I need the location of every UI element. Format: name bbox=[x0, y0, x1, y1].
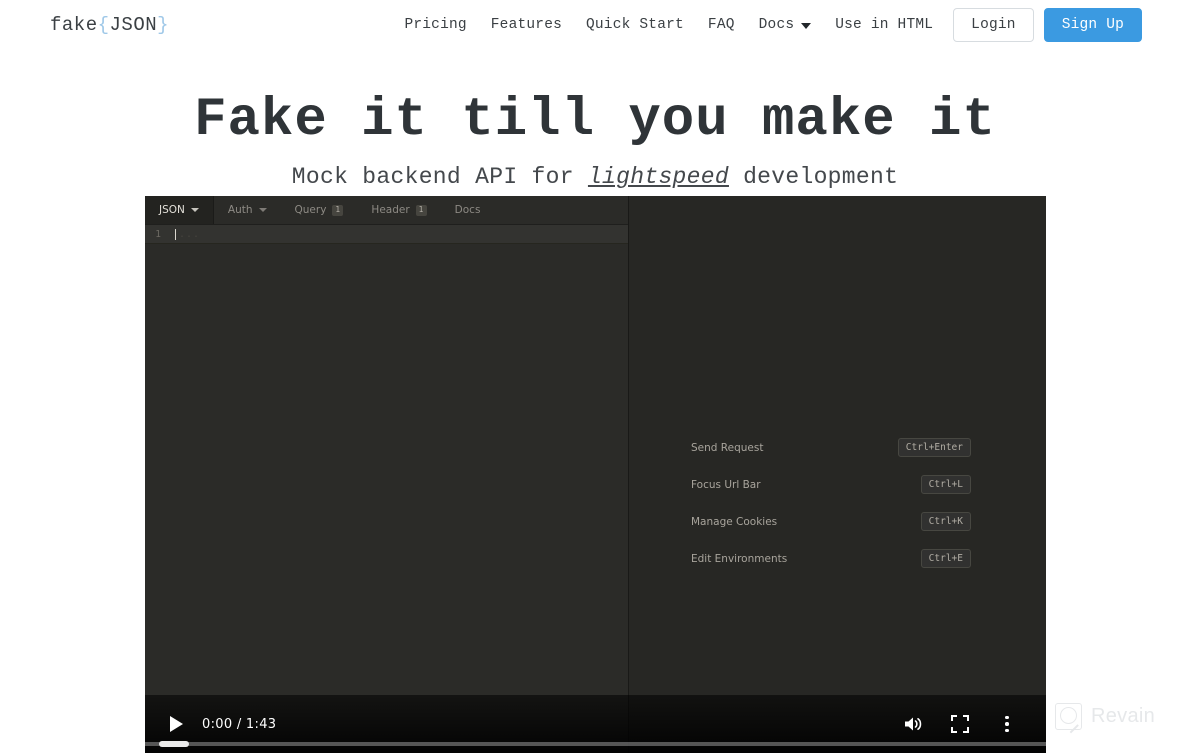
chevron-down-icon bbox=[801, 23, 812, 29]
tab-docs-label: Docs bbox=[454, 204, 481, 216]
editor-placeholder: ... bbox=[179, 228, 201, 240]
shortcut-label-manage-cookies: Manage Cookies bbox=[691, 515, 778, 528]
line-number: 1 bbox=[155, 228, 161, 240]
shortcut-key-focus-url-bar: Ctrl+L bbox=[920, 475, 971, 494]
nav-item-pricing[interactable]: Pricing bbox=[392, 11, 478, 39]
tab-query-label: Query bbox=[294, 204, 327, 216]
demo-video-player[interactable]: JSON Auth Query 1 Header 1 Docs 1 ... Se… bbox=[145, 196, 1046, 753]
page-title: Fake it till you make it bbox=[194, 90, 996, 151]
site-header: fake{JSON} Pricing Features Quick Start … bbox=[0, 0, 1190, 50]
shortcut-key-manage-cookies: Ctrl+K bbox=[920, 512, 971, 531]
page-subtitle: Mock backend API for lightspeed developm… bbox=[0, 164, 1190, 190]
tab-auth[interactable]: Auth bbox=[214, 196, 281, 224]
nav-item-docs-label: Docs bbox=[758, 17, 795, 33]
request-editor-pane: JSON Auth Query 1 Header 1 Docs 1 ... bbox=[145, 196, 629, 753]
tab-header[interactable]: Header 1 bbox=[357, 196, 440, 224]
logo-json: JSON bbox=[109, 14, 158, 36]
code-editor-line[interactable]: 1 ... bbox=[145, 225, 628, 244]
volume-button[interactable] bbox=[896, 707, 930, 741]
signup-button[interactable]: Sign Up bbox=[1043, 8, 1142, 42]
tab-header-label: Header bbox=[371, 204, 410, 216]
shortcut-hint-list: Send Request Ctrl+Enter Focus Url Bar Ct… bbox=[691, 429, 971, 577]
shortcut-key-edit-environments: Ctrl+E bbox=[920, 549, 971, 568]
text-cursor bbox=[175, 228, 176, 240]
video-controls-right bbox=[896, 707, 1032, 741]
editor-tabbar: JSON Auth Query 1 Header 1 Docs bbox=[145, 196, 628, 225]
volume-icon bbox=[905, 717, 922, 731]
nav-item-use-in-html[interactable]: Use in HTML bbox=[823, 11, 945, 39]
video-frame-content: JSON Auth Query 1 Header 1 Docs 1 ... Se… bbox=[145, 196, 1046, 753]
tab-docs[interactable]: Docs bbox=[441, 196, 495, 224]
nav-item-features[interactable]: Features bbox=[479, 11, 574, 39]
tab-json[interactable]: JSON bbox=[145, 196, 214, 224]
tab-query-badge: 1 bbox=[332, 204, 344, 216]
revain-watermark: Revain bbox=[1055, 703, 1155, 730]
nav-item-quick-start[interactable]: Quick Start bbox=[574, 11, 696, 39]
play-button[interactable] bbox=[159, 707, 193, 741]
more-options-button[interactable] bbox=[990, 707, 1024, 741]
fullscreen-button[interactable] bbox=[943, 707, 977, 741]
revain-logo-icon bbox=[1055, 703, 1082, 730]
tab-json-label: JSON bbox=[159, 204, 185, 216]
shortcut-row: Edit Environments Ctrl+E bbox=[691, 540, 971, 577]
video-progress-scrubber[interactable] bbox=[145, 741, 1046, 747]
video-progress-handle[interactable] bbox=[159, 741, 189, 747]
nav-item-faq[interactable]: FAQ bbox=[696, 11, 747, 39]
fullscreen-icon bbox=[951, 715, 969, 733]
subtitle-before: Mock backend API for bbox=[291, 164, 588, 191]
logo-open-brace: { bbox=[97, 14, 110, 36]
shortcut-label-focus-url-bar: Focus Url Bar bbox=[691, 478, 761, 491]
logo-prefix: fake bbox=[50, 14, 98, 36]
nav-item-docs[interactable]: Docs bbox=[747, 11, 824, 39]
chevron-down-icon bbox=[190, 208, 199, 212]
shortcut-row: Send Request Ctrl+Enter bbox=[691, 429, 971, 466]
video-controls-bar: 0:00 / 1:43 bbox=[145, 695, 1046, 753]
shortcut-label-send-request: Send Request bbox=[691, 441, 764, 454]
login-button[interactable]: Login bbox=[953, 8, 1034, 42]
subtitle-after: development bbox=[728, 164, 899, 191]
kebab-menu-icon bbox=[1005, 715, 1009, 733]
response-pane: Send Request Ctrl+Enter Focus Url Bar Ct… bbox=[629, 196, 1046, 753]
video-time-display: 0:00 / 1:43 bbox=[202, 716, 277, 732]
shortcut-row: Manage Cookies Ctrl+K bbox=[691, 503, 971, 540]
tab-auth-label: Auth bbox=[227, 204, 253, 216]
tab-header-badge: 1 bbox=[415, 204, 427, 216]
subtitle-emphasis: lightspeed bbox=[587, 164, 729, 191]
hero-section: Fake it till you make it Mock backend AP… bbox=[0, 50, 1190, 190]
logo-close-brace: } bbox=[157, 14, 170, 36]
site-logo[interactable]: fake{JSON} bbox=[50, 14, 169, 36]
shortcut-key-send-request: Ctrl+Enter bbox=[897, 438, 971, 457]
code-editor-body[interactable] bbox=[145, 244, 628, 753]
shortcut-label-edit-environments: Edit Environments bbox=[691, 552, 788, 565]
play-icon bbox=[169, 716, 183, 732]
shortcut-row: Focus Url Bar Ctrl+L bbox=[691, 466, 971, 503]
main-nav: Pricing Features Quick Start FAQ Docs Us… bbox=[392, 8, 1142, 42]
chevron-down-icon bbox=[258, 208, 267, 212]
revain-watermark-label: Revain bbox=[1091, 705, 1156, 727]
tab-query[interactable]: Query 1 bbox=[281, 196, 358, 224]
